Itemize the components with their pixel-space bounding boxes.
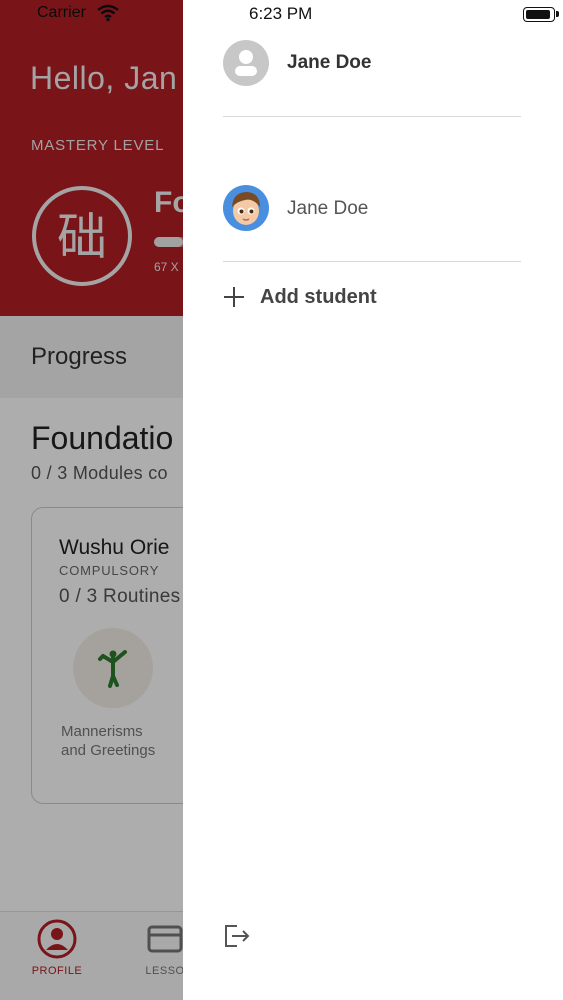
status-time: 6:23 PM (249, 4, 313, 23)
app-screen: Hello, Jan MASTERY LEVEL 础 Fo 67 X Carri… (0, 0, 563, 1000)
student-name: Jane Doe (287, 198, 369, 219)
battery-icon (523, 7, 555, 22)
side-drawer: 6:23 PM Jane Doe Jane Doe Add student (183, 0, 563, 1000)
divider (223, 116, 521, 117)
default-avatar-icon (223, 40, 269, 86)
plus-icon (224, 287, 244, 307)
divider (223, 261, 521, 262)
battery-tip (556, 11, 559, 17)
logout-icon[interactable] (223, 924, 251, 948)
account-row[interactable]: Jane Doe (223, 40, 523, 86)
add-student-button[interactable]: Add student (223, 284, 523, 312)
student-row[interactable]: Jane Doe (223, 185, 523, 231)
account-name: Jane Doe (287, 52, 372, 73)
add-student-label: Add student (260, 286, 377, 308)
student-avatar (223, 185, 269, 231)
